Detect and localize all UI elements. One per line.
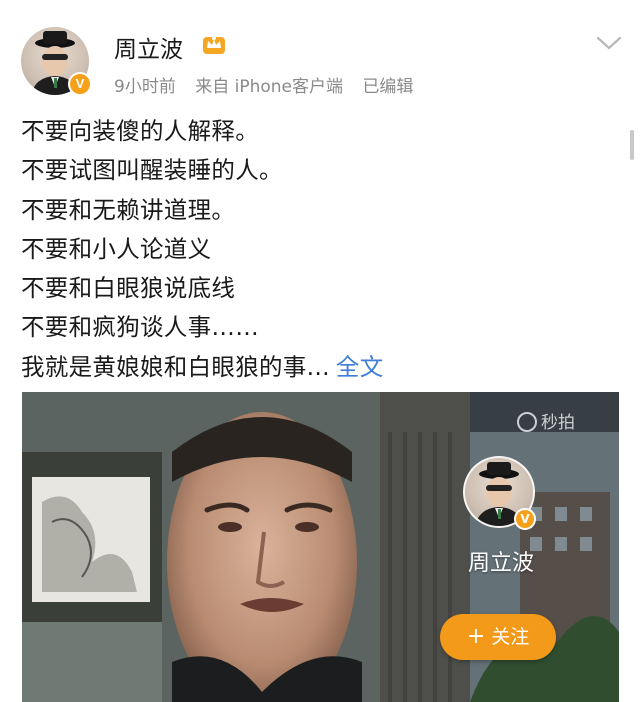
- post-text: 不要向装傻的人解释。 不要试图叫醒装睡的人。 不要和无赖讲道理。 不要和小人论道…: [21, 112, 621, 387]
- play-icon: [517, 412, 537, 432]
- verified-badge: V: [68, 72, 92, 96]
- video-author-name: 周立波: [467, 551, 534, 576]
- post-line: 不要向装傻的人解释。: [21, 117, 259, 145]
- post-line: 我就是黄娘娘和白眼狼的事...: [21, 352, 330, 381]
- video-watermark: 秒拍: [517, 408, 575, 433]
- watermark-label: 秒拍: [541, 413, 575, 433]
- video-frame-left: [22, 392, 380, 702]
- post-line: 不要和无赖讲道理。: [21, 195, 236, 224]
- post-meta: 9小时前 来自 iPhone客户端 已编辑: [114, 72, 427, 97]
- post-edited[interactable]: 已编辑: [362, 77, 413, 97]
- full-text-link[interactable]: 全文: [336, 353, 384, 381]
- post-time: 9小时前: [114, 77, 176, 97]
- follow-button[interactable]: + 关注: [440, 614, 556, 660]
- post-line: 不要和疯狗谈人事……: [21, 313, 259, 342]
- video-verified-badge: V: [514, 508, 536, 530]
- post-line-last: 我就是黄娘娘和白眼狼的事... 全文: [21, 348, 621, 387]
- post-line: 不要和白眼狼说底线: [21, 274, 236, 303]
- follow-label: 关注: [491, 626, 530, 648]
- crown-icon: [203, 36, 225, 54]
- post-source: 来自 iPhone客户端: [195, 77, 344, 97]
- chevron-down-icon[interactable]: [595, 33, 623, 53]
- author-name[interactable]: 周立波: [114, 30, 183, 64]
- post-line: 不要试图叫醒装睡的人。: [21, 156, 283, 185]
- scrollbar[interactable]: [630, 130, 634, 160]
- plus-icon: +: [466, 624, 486, 649]
- post-header: V 周立波 9小时前 来自 iPhone客户端 已编辑: [0, 0, 640, 110]
- post-line: 不要和小人论道义: [21, 234, 212, 263]
